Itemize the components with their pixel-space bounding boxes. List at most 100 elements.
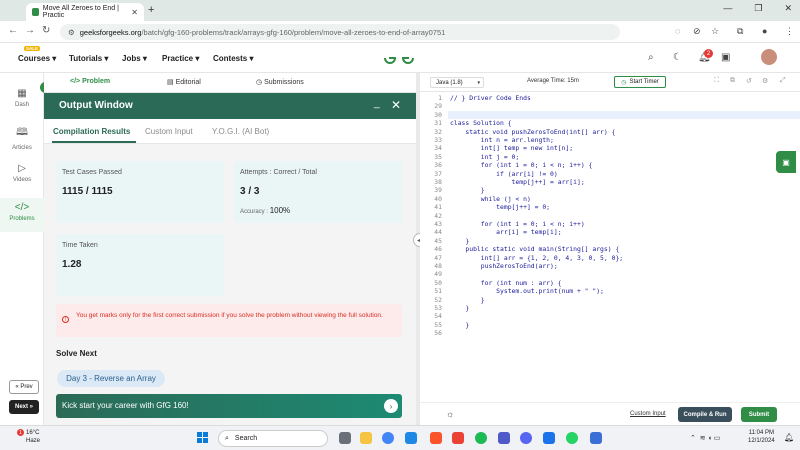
address-bar-row: ← → ↻ ⚙ geeksforgeeks.org /batch/gfg-160… [0, 21, 800, 43]
nav-contests[interactable]: Contests ▾ [213, 54, 253, 63]
clock[interactable]: 11:04 PM 12/1/2024 [748, 429, 775, 445]
code-line: int[] temp = new int[n]; [450, 144, 574, 153]
sidebar-item-dash[interactable]: ▦ Dash [0, 88, 44, 118]
taskbar-search[interactable]: ⌕ Search [218, 430, 328, 447]
prev-button[interactable]: « Prev [9, 380, 39, 394]
code-line: } [450, 320, 470, 329]
time-taken-card: Time Taken 1.28 [56, 234, 224, 296]
code-line: int[] arr = {1, 2, 0, 4, 3, 0, 5, 0}; [450, 253, 624, 262]
next-button[interactable]: Next » [9, 400, 39, 414]
avatar[interactable] [761, 49, 777, 65]
nav-courses[interactable]: Courses ▾ [18, 54, 56, 63]
line-number: 44 [434, 228, 442, 237]
code-line: public static void main(String[] args) { [450, 245, 620, 254]
sidebar-item-videos[interactable]: ▷ Videos [0, 163, 44, 193]
minimize-output-icon[interactable]: _ [374, 98, 380, 109]
notifications-icon[interactable]: 🔔︎ [784, 433, 794, 442]
discord-icon[interactable] [520, 432, 532, 444]
app-icon[interactable] [590, 432, 602, 444]
vscode-icon[interactable] [405, 432, 417, 444]
chat-icon[interactable]: ▣ [776, 151, 796, 173]
close-output-icon[interactable]: ✕ [391, 98, 401, 112]
gfg-logo[interactable] [383, 51, 415, 65]
sidebar-item-problems[interactable]: </> Problems [0, 198, 44, 232]
tab-problem[interactable]: </> Problem [70, 78, 110, 85]
tab-compilation-results[interactable]: Compilation Results [53, 127, 130, 136]
url-input[interactable]: ⚙ geeksforgeeks.org /batch/gfg-160-probl… [60, 24, 620, 40]
forward-icon[interactable]: → [25, 25, 35, 36]
window-controls: — ❐ ✕ [723, 3, 792, 14]
compile-run-button[interactable]: Compile & Run [678, 407, 732, 422]
browser-tab[interactable]: Move All Zeroes to End | Practic ✕ [26, 3, 144, 21]
whatsapp-icon[interactable] [566, 432, 578, 444]
settings-icon[interactable]: ⚙ [762, 77, 768, 85]
brave-icon[interactable] [430, 432, 442, 444]
gmail-icon[interactable] [452, 432, 464, 444]
time: 11:04 PM [748, 430, 774, 436]
window-close-icon[interactable]: ✕ [784, 3, 792, 14]
line-number: 29 [434, 102, 442, 111]
windows-start-icon[interactable] [197, 432, 209, 444]
menu-dots-icon[interactable]: ⋮ [785, 26, 794, 37]
nav-jobs[interactable]: Jobs ▾ [122, 54, 147, 63]
task-view-icon[interactable] [339, 432, 351, 444]
tab-yogi-ai-bot[interactable]: Y.O.G.I. (AI Bot) [212, 127, 269, 136]
tab-custom-input[interactable]: Custom Input [145, 127, 193, 136]
start-timer-button[interactable]: ◷ Start Timer [614, 76, 666, 88]
weather-widget[interactable]: 16°C Haze [26, 429, 40, 445]
gfg-coins-icon[interactable]: ▣ [721, 52, 730, 63]
sidebar-item-label: Articles [12, 145, 32, 151]
code-line: } [450, 186, 485, 195]
next-problem-chip[interactable]: Day 3 - Reverse an Array [57, 370, 165, 387]
todo-icon[interactable] [543, 432, 555, 444]
line-number: 51 [434, 287, 442, 296]
submit-button[interactable]: Submit [741, 407, 777, 422]
test-cases-label: Test Cases Passed [62, 169, 122, 176]
code-line: System.out.print(num + " "); [450, 287, 604, 296]
reload-icon[interactable]: ↻ [42, 25, 50, 36]
maximize-icon[interactable]: ❐ [754, 3, 762, 14]
expand-icon[interactable]: ⤢ [780, 77, 786, 85]
tab-editorial[interactable]: ▤ Editorial [167, 78, 201, 86]
language-select[interactable]: Java (1.8) ▾ [430, 77, 484, 88]
site-info-icon[interactable]: ⚙ [68, 28, 75, 37]
lightbulb-icon[interactable]: ☼ [446, 409, 454, 419]
spotify-icon[interactable] [475, 432, 487, 444]
system-tray[interactable]: ⌃ ≋ ◖ ▭ [690, 434, 720, 442]
career-banner[interactable]: Kick start your career with GfG 160! › [56, 394, 402, 418]
tab-submissions[interactable]: ◷ Submissions [256, 78, 304, 86]
average-time: Average Time: 15m [527, 78, 579, 84]
windows-taskbar: 1 16°C Haze ⌕ Search ⌃ ≋ ◖ ▭ 11:04 PM 12… [0, 425, 800, 450]
minimize-icon[interactable]: — [723, 3, 732, 14]
reset-icon[interactable]: ↺ [746, 77, 752, 85]
teams-icon[interactable] [498, 432, 510, 444]
fullscreen-icon[interactable]: ⛶ [714, 77, 719, 85]
search-icon[interactable]: ⌕ [648, 52, 654, 63]
editor-footer: ☼ Custom Input Compile & Run Submit [420, 402, 800, 425]
eye-off-icon[interactable]: ◌ [675, 26, 680, 36]
nav-practice[interactable]: Practice ▾ [162, 54, 199, 63]
sidebar-item-articles[interactable]: 🕮︎ Articles [0, 125, 44, 155]
test-cases-value: 1115 / 1115 [62, 186, 113, 197]
code-line: for (int i = 0; i < n; i++) [450, 220, 585, 228]
copy-icon[interactable]: ⧉ [730, 77, 735, 85]
code-line: if (arr[i] != 0) [450, 169, 558, 178]
dark-mode-icon[interactable]: ☾ [673, 52, 682, 63]
extensions-eye-icon[interactable]: ⊘ [693, 26, 701, 37]
profile-icon[interactable]: ● [762, 26, 767, 36]
back-icon[interactable]: ← [8, 25, 18, 36]
chevron-right-icon[interactable]: › [384, 399, 398, 413]
chevron-down-icon: ▾ [477, 79, 480, 86]
tab-close-icon[interactable]: ✕ [131, 8, 138, 17]
code-line: arr[i] = temp[i]; [450, 228, 562, 237]
line-number: 32 [434, 127, 442, 136]
new-tab-button[interactable]: + [148, 4, 154, 16]
weather-condition: Haze [26, 438, 41, 444]
custom-input-link[interactable]: Custom Input [630, 411, 666, 417]
code-editor[interactable]: 1 // } Driver Code Ends 29 30 31 class Soluti… [420, 92, 800, 402]
bookmark-star-icon[interactable]: ☆ [711, 26, 719, 37]
extensions-icon[interactable]: ⧉ [737, 26, 743, 37]
chrome-icon[interactable] [382, 432, 394, 444]
nav-tutorials[interactable]: Tutorials ▾ [69, 54, 108, 63]
file-explorer-icon[interactable] [360, 432, 372, 444]
